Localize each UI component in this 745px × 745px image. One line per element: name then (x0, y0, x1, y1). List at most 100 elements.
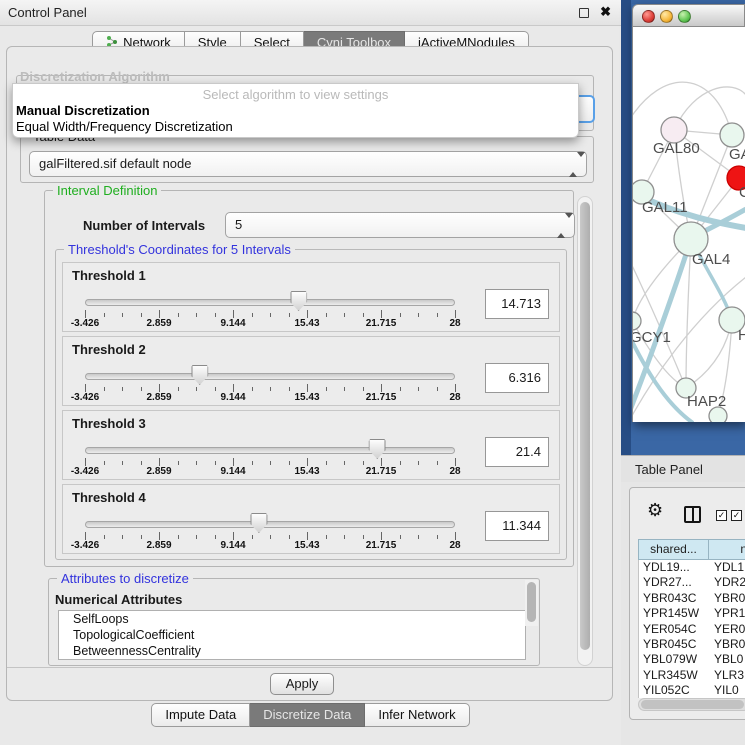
threshold-value-field[interactable]: 14.713 (485, 289, 549, 319)
panel-title: Control Panel (8, 5, 87, 20)
slider-tick-labels: -3.4262.8599.14415.4321.71528 (85, 466, 455, 478)
slider-track[interactable] (85, 373, 455, 380)
table-row[interactable]: YDL19...YDL1 (639, 560, 745, 575)
close-icon[interactable]: ✖ (600, 4, 611, 20)
threshold-value-field[interactable]: 6.316 (485, 363, 549, 393)
node-gcy1[interactable] (633, 312, 641, 330)
control-panel-titlebar: Control Panel ✖ (0, 0, 621, 26)
cell-shared-name: YIL052C (639, 683, 710, 698)
scrollbar-thumb[interactable] (580, 202, 590, 650)
table-data-combobox[interactable]: galFiltered.sif default node (29, 151, 587, 177)
minimize-traffic-light-icon[interactable] (660, 10, 673, 23)
close-traffic-light-icon[interactable] (642, 10, 655, 23)
slider-track[interactable] (85, 447, 455, 454)
apply-button[interactable]: Apply (270, 673, 334, 695)
gear-icon[interactable]: ⚙ (647, 500, 663, 521)
cell-name: YDL1 (710, 560, 745, 575)
bottom-tab-impute-data[interactable]: Impute Data (151, 703, 250, 727)
table-row[interactable]: YBR043CYBR0 (639, 591, 745, 606)
slider-track[interactable] (85, 521, 455, 528)
number-of-intervals-value: 5 (235, 217, 242, 232)
cell-name: YBR0 (710, 591, 745, 606)
table-body[interactable]: YDL19...YDL1YDR27...YDR2YBR043CYBR0YPR14… (638, 560, 745, 698)
node-label-gcy1: GCY1 (633, 329, 671, 346)
cell-shared-name: YBR045C (639, 637, 710, 652)
slider-tick-labels: -3.4262.8599.14415.4321.71528 (85, 318, 455, 330)
table-panel-title: Table Panel (635, 462, 703, 477)
threshold-label: Threshold 4 (72, 490, 146, 505)
cell-shared-name: YDL19... (639, 560, 710, 575)
slider-tick-labels: -3.4262.8599.14415.4321.71528 (85, 540, 455, 552)
node-label-h: H (738, 327, 745, 344)
table-data-group: Table Data galFiltered.sif default node (20, 136, 594, 183)
cell-name: YIL0 (710, 683, 745, 698)
dropdown-option-manual-discretization[interactable]: Manual Discretization (16, 103, 150, 118)
cytoscape-desktop: GAL80 GA C GAL11 GAL4 GCY1 H HAP2 (621, 0, 745, 455)
table-row[interactable]: YER054CYER0 (639, 622, 745, 637)
desktop-edge (621, 0, 631, 455)
table-panel-header: Table Panel (621, 455, 745, 482)
zoom-traffic-light-icon[interactable] (678, 10, 691, 23)
node-label-gal80: GAL80 (653, 140, 700, 157)
table-horizontal-scrollbar[interactable] (638, 698, 745, 711)
cell-shared-name: YDR27... (639, 575, 710, 590)
list-item-selfloops[interactable]: SelfLoops (59, 611, 525, 627)
discretization-algorithm-title: Discretization Algorithm (20, 69, 170, 84)
numerical-attributes-list[interactable]: SelfLoopsTopologicalCoefficientBetweenne… (58, 610, 526, 660)
table-header-row: shared... n (638, 539, 745, 560)
list-item-betweennesscentrality[interactable]: BetweennessCentrality (59, 643, 525, 659)
slider-thumb[interactable] (290, 291, 307, 311)
bottom-tab-label: Impute Data (165, 707, 236, 722)
cell-name: YER0 (710, 622, 745, 637)
threshold-value-field[interactable]: 21.4 (485, 437, 549, 467)
slider-track[interactable] (85, 299, 455, 306)
threshold-value-field[interactable]: 11.344 (485, 511, 549, 541)
scrollbar-thumb[interactable] (641, 700, 744, 709)
dropdown-hint: Select algorithm to view settings (13, 87, 578, 102)
cell-name: YBR0 (710, 637, 745, 652)
column-layout-icon[interactable] (684, 506, 701, 523)
interval-definition-group: Interval Definition Number of Intervals … (44, 190, 574, 567)
scrollbar-thumb[interactable] (527, 582, 536, 622)
slider-thumb[interactable] (250, 513, 267, 533)
cell-name: YPR1 (710, 606, 745, 621)
control-panel: Control Panel ✖ NetworkStyleSelectCyni T… (0, 0, 621, 745)
threshold-label: Threshold 2 (72, 342, 146, 357)
number-of-intervals-combobox[interactable]: 5 (225, 212, 575, 238)
cyni-toolbox-content: Discretization Algorithm Select algorith… (6, 46, 613, 701)
node-ga[interactable] (720, 123, 744, 147)
bottom-tab-discretize-data[interactable]: Discretize Data (250, 703, 365, 727)
table-row[interactable]: YBR045CYBR0 (639, 637, 745, 652)
table-row[interactable]: YBL079WYBL0 (639, 652, 745, 667)
table-row[interactable]: YIL052CYIL0 (639, 683, 745, 698)
dropdown-option-equal-width-frequency[interactable]: Equal Width/Frequency Discretization (16, 119, 233, 134)
table-row[interactable]: YPR145WYPR1 (639, 606, 745, 621)
column-header-shared-name[interactable]: shared... (638, 539, 709, 560)
bottom-tab-infer-network[interactable]: Infer Network (365, 703, 469, 727)
algorithm-dropdown-popup: Select algorithm to view settings Manual… (12, 83, 579, 138)
attributes-list-scrollbar[interactable] (525, 580, 538, 626)
slider-thumb[interactable] (191, 365, 208, 385)
table-panel-region: Table Panel ⚙ ✓ ✓ shared... n YDL19...YD… (621, 455, 745, 745)
table-row[interactable]: YDR27...YDR2 (639, 575, 745, 590)
list-item-topologicalcoefficient[interactable]: TopologicalCoefficient (59, 627, 525, 643)
table-row[interactable]: YLR345WYLR3 (639, 668, 745, 683)
slider-thumb[interactable] (369, 439, 386, 459)
threshold-label: Threshold 3 (72, 416, 146, 431)
cell-name: YDR2 (710, 575, 745, 590)
cell-shared-name: YLR345W (639, 668, 710, 683)
checkbox-icon[interactable]: ✓ (716, 510, 727, 521)
attributes-group: Attributes to discretize Numerical Attri… (48, 578, 540, 666)
node-label-hap2: HAP2 (687, 393, 726, 410)
content-vertical-scrollbar[interactable] (577, 196, 593, 666)
thresholds-group: Threshold's Coordinates for 5 Intervals … (55, 249, 567, 560)
network-canvas[interactable]: GAL80 GA C GAL11 GAL4 GCY1 H HAP2 (632, 27, 745, 422)
combo-stepper-icon (569, 157, 578, 172)
float-window-icon[interactable] (579, 8, 589, 18)
checkbox-icon[interactable]: ✓ (731, 510, 742, 521)
threshold-panel-2: Threshold 2-3.4262.8599.14415.4321.71528… (62, 336, 560, 406)
number-of-intervals-label: Number of Intervals (83, 218, 205, 233)
bottom-tab-label: Infer Network (378, 707, 455, 722)
network-window-titlebar (632, 4, 745, 27)
column-header-name[interactable]: n (709, 539, 745, 560)
